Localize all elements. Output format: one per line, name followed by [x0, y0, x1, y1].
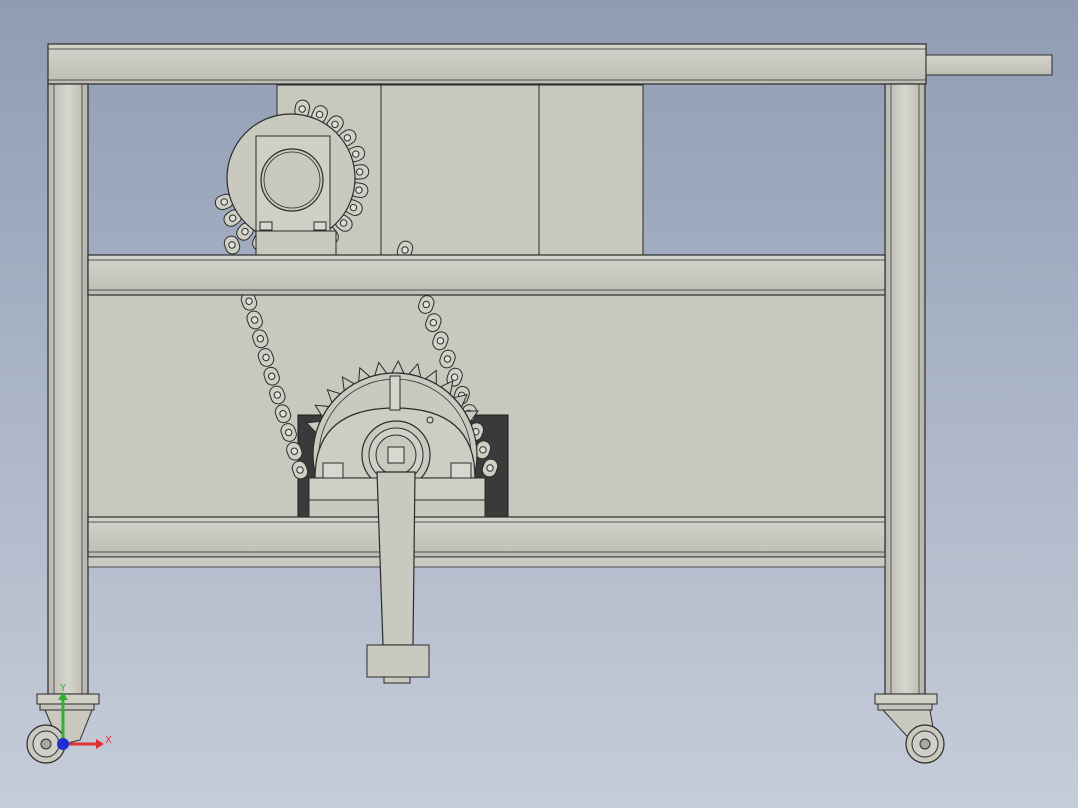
middle-crossbeam: [87, 254, 886, 296]
push-handle: [925, 54, 1053, 76]
cad-drawing: X Y: [26, 43, 1053, 764]
bottom-crossbeam: [87, 516, 886, 568]
x-axis-label: X: [105, 735, 112, 746]
left-leg: [47, 83, 89, 695]
y-axis-label: Y: [59, 683, 67, 694]
right-leg: [884, 83, 926, 695]
cad-viewport[interactable]: X Y: [0, 0, 1078, 808]
top-frame-beam: [47, 43, 927, 85]
right-caster: [874, 693, 945, 764]
